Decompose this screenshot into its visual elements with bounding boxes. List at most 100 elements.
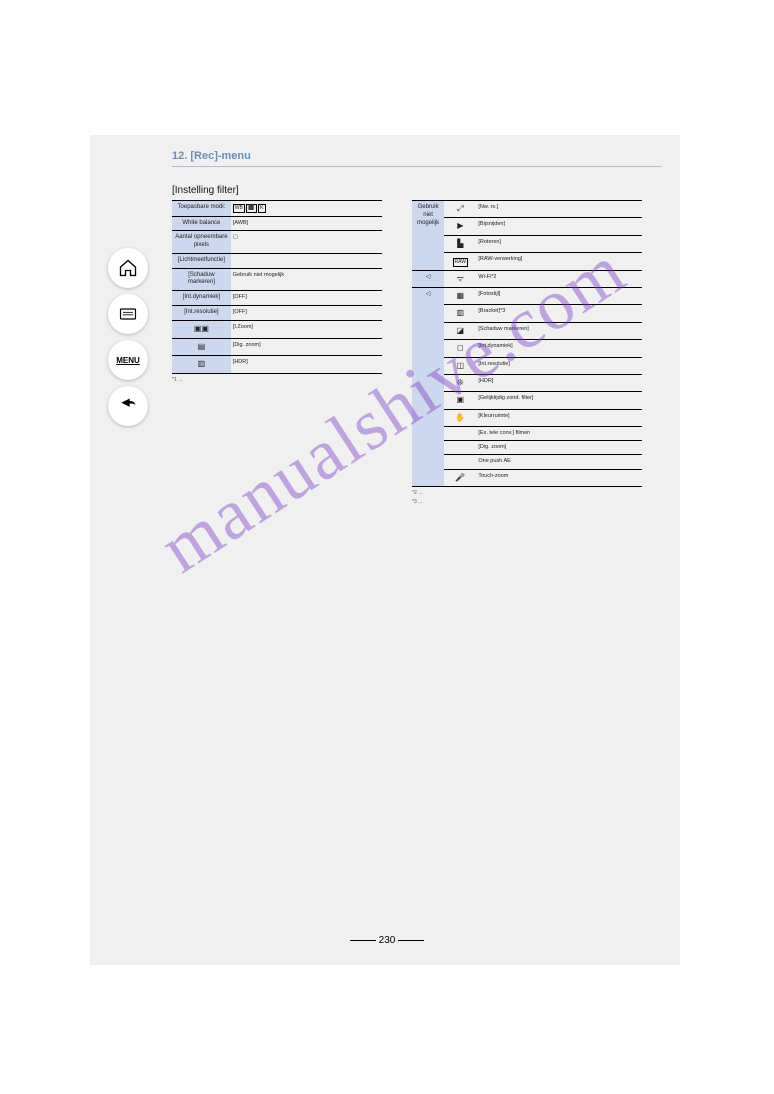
row-icon (444, 455, 476, 469)
row-icon: RAW (444, 253, 476, 271)
row-label: [Int.resolutie] (172, 306, 231, 321)
row-icon: ▣ (444, 392, 476, 409)
row-value: ▢ (231, 231, 382, 254)
row-icon: ▶ (444, 218, 476, 235)
row-icon: ⤢ (444, 201, 476, 218)
row-value: [Int.resolutie] (476, 357, 642, 374)
row-value: [Bracket]*3 (476, 305, 642, 322)
group-label: ◁ (412, 288, 444, 487)
menu-button[interactable]: MENU (108, 340, 148, 380)
row-icon: ◫ (444, 357, 476, 374)
row-value: [Gelijktijdig zond. filter] (476, 392, 642, 409)
table-row: RAW[RAW-verwerking] (412, 253, 642, 271)
row-icon: ▦ (444, 288, 476, 305)
list-icon (118, 304, 138, 324)
section-title: 12. [Rec]-menu (172, 150, 662, 166)
menu-icon: MENU (116, 356, 140, 365)
right-table: Gebruik niet mogelijk⤢[Nw. rs.] ▶[Bijsni… (412, 200, 642, 487)
footnote: *2 ... (412, 490, 642, 496)
divider (172, 166, 662, 167)
row-value: [Dig. zoom] (231, 338, 382, 356)
row-value: [OFF] (231, 306, 382, 321)
footnote: *1 ... (172, 377, 382, 383)
row-value: [Dig. zoom] (476, 441, 642, 455)
row-value: Touch-zoom (476, 469, 642, 486)
table-row: ▙[Roteren] (412, 235, 642, 252)
row-value (231, 253, 382, 268)
table-row: ◁ᯤWi-Fi*2 (412, 270, 642, 287)
back-icon (118, 396, 138, 416)
row-value: WB ⬛ K (231, 201, 382, 217)
table-row: ▶[Bijsnijden] (412, 218, 642, 235)
row-label: ▥ (172, 356, 231, 374)
row-icon: ▥ (444, 305, 476, 322)
home-button[interactable] (108, 248, 148, 288)
row-icon: ✋ (444, 409, 476, 426)
row-icon: ▙ (444, 235, 476, 252)
row-icon: ◻ (444, 340, 476, 357)
row-label: White balance (172, 216, 231, 231)
table-row: One push AE (412, 455, 642, 469)
table-row: ✋[Kleurruimte] (412, 409, 642, 426)
table-row: [Schaduw markeren]Gebruik niet mogelijk (172, 268, 382, 291)
table-row: [Lichtmeetfunctie] (172, 253, 382, 268)
row-value: [HDR] (231, 356, 382, 374)
table-row: [Int.resolutie][OFF] (172, 306, 382, 321)
row-label: Aantal opneembare pixels (172, 231, 231, 254)
row-value: [Kleurruimte] (476, 409, 642, 426)
table-row: White balance[AWB] (172, 216, 382, 231)
table-row: ◪[Schaduw markeren] (412, 322, 642, 339)
page-subhead: [Instelling filter] (172, 185, 662, 196)
table-row: Aantal opneembare pixels▢ (172, 231, 382, 254)
row-value: One push AE (476, 455, 642, 469)
row-value: [Bijsnijden] (476, 218, 642, 235)
group-label: Gebruik niet mogelijk (412, 201, 444, 271)
footnote: *3 ... (412, 499, 642, 505)
contents-button[interactable] (108, 294, 148, 334)
table-row: ◻[Int.dynamiek] (412, 340, 642, 357)
table-row: ▥[HDR] (172, 356, 382, 374)
row-label: Toepasbare modi: (172, 201, 231, 217)
table-row: [Int.dynamiek][OFF] (172, 291, 382, 306)
row-label: [Schaduw markeren] (172, 268, 231, 291)
table-row: [Ex. tele conv.] filmen (412, 427, 642, 441)
row-label: [Lichtmeetfunctie] (172, 253, 231, 268)
table-row: ▣▣[I.Zoom] (172, 320, 382, 338)
table-row: ◁▦[Fotostijl] (412, 288, 642, 305)
row-value: [AWB] (231, 216, 382, 231)
row-value: [Schaduw markeren] (476, 322, 642, 339)
row-icon (444, 441, 476, 455)
row-label: ▣▣ (172, 320, 231, 338)
table-row: ◫[Int.resolutie] (412, 357, 642, 374)
row-label: ▤ (172, 338, 231, 356)
row-value: Wi-Fi*2 (476, 270, 642, 287)
row-value: [Fotostijl] (476, 288, 642, 305)
row-icon: ᯤ (444, 270, 476, 287)
sidebar-nav: MENU (108, 248, 150, 426)
row-value: [RAW-verwerking] (476, 253, 642, 271)
row-value: [I.Zoom] (231, 320, 382, 338)
table-row: ▤[Dig. zoom] (172, 338, 382, 356)
row-value: [Ex. tele conv.] filmen (476, 427, 642, 441)
row-value: Gebruik niet mogelijk (231, 268, 382, 291)
table-row: Gebruik niet mogelijk⤢[Nw. rs.] (412, 201, 642, 218)
row-label: [Int.dynamiek] (172, 291, 231, 306)
row-icon (444, 427, 476, 441)
back-button[interactable] (108, 386, 148, 426)
row-value: [Int.dynamiek] (476, 340, 642, 357)
row-value: [Roteren] (476, 235, 642, 252)
table-row: ▥[Bracket]*3 (412, 305, 642, 322)
table-row: 🎤Touch-zoom (412, 469, 642, 486)
table-row: Toepasbare modi:WB ⬛ K (172, 201, 382, 217)
table-row: ❊[HDR] (412, 375, 642, 392)
home-icon (118, 258, 138, 278)
row-icon: ◪ (444, 322, 476, 339)
row-value: [HDR] (476, 375, 642, 392)
left-table: Toepasbare modi:WB ⬛ K White balance[AWB… (172, 200, 382, 374)
page-number: 230 (0, 935, 774, 946)
row-value: [OFF] (231, 291, 382, 306)
row-icon: 🎤 (444, 469, 476, 486)
page-content: 12. [Rec]-menu [Instelling filter] Toepa… (172, 150, 662, 505)
left-column: Toepasbare modi:WB ⬛ K White balance[AWB… (172, 200, 382, 505)
row-value: [Nw. rs.] (476, 201, 642, 218)
